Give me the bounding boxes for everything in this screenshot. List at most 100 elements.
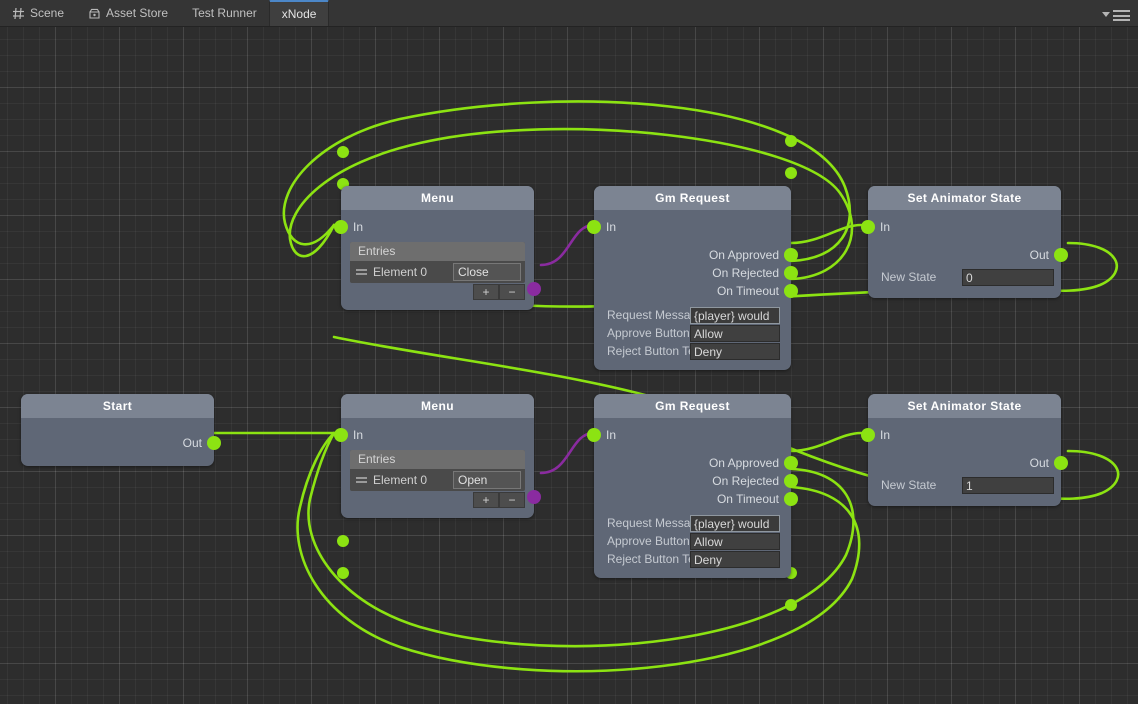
field-row-approve-button-text[interactable]: Approve Button Text Allow [594, 324, 791, 342]
tab-scene[interactable]: Scene [0, 0, 76, 26]
editor-tab-bar: Scene Asset Store Test Runner xNode [0, 0, 1138, 27]
entries-list-row[interactable]: Element 0 Close [350, 261, 525, 283]
port-out-icon[interactable] [207, 436, 221, 450]
port-row-in[interactable]: In [587, 426, 791, 444]
port-in-icon[interactable] [587, 428, 601, 442]
port-out-icon[interactable] [1054, 456, 1068, 470]
port-out-icon[interactable] [784, 474, 798, 488]
drag-handle-icon[interactable] [356, 269, 367, 275]
entries-list-header: Entries [350, 242, 525, 261]
hamburger-menu-icon[interactable] [1113, 10, 1130, 21]
port-row-on-timeout[interactable]: On Timeout [594, 282, 798, 300]
reject-button-text-field[interactable]: Deny [690, 342, 780, 360]
grid-icon [12, 7, 25, 20]
entries-list-header: Entries [350, 450, 525, 469]
port-row-on-rejected[interactable]: On Rejected [594, 472, 798, 490]
port-label: In [880, 220, 891, 234]
port-label: In [606, 428, 617, 442]
port-row-out[interactable]: Out [868, 454, 1068, 472]
entries-list-buttons: + − [350, 284, 525, 300]
node-title: Start [21, 394, 214, 418]
entries-list[interactable]: Entries Element 0 Open [350, 450, 525, 491]
port-label: In [353, 428, 364, 442]
port-label: On Rejected [712, 474, 779, 488]
port-in-icon[interactable] [861, 220, 875, 234]
port-row-in[interactable]: In [334, 218, 534, 236]
port-in-icon[interactable] [861, 428, 875, 442]
reject-button-text-field[interactable]: Deny [690, 550, 780, 568]
node-graph-canvas[interactable]: Menu In Entries Element 0 Close + − Gm R… [0, 27, 1138, 704]
port-row-out[interactable]: Out [868, 246, 1068, 264]
field-row-reject-button-text[interactable]: Reject Button Text Deny [594, 550, 791, 568]
field-row-request-message[interactable]: Request Message {player} would [594, 306, 791, 324]
field-row-approve-button-text[interactable]: Approve Button Text Allow [594, 532, 791, 550]
node-set-animator-state-top[interactable]: Set Animator State In Out New State 0 [861, 186, 1068, 298]
port-label: In [353, 220, 364, 234]
port-row-on-timeout[interactable]: On Timeout [594, 490, 798, 508]
port-row-out[interactable]: Out [21, 434, 221, 452]
xnode-editor-window: Scene Asset Store Test Runner xNode Menu… [0, 0, 1138, 704]
edge-dot [785, 167, 797, 179]
port-in-icon[interactable] [587, 220, 601, 234]
approve-button-text-field[interactable]: Allow [690, 532, 780, 550]
entries-list-row[interactable]: Element 0 Open [350, 469, 525, 491]
add-entry-button[interactable]: + [473, 284, 499, 300]
node-set-animator-state-bottom[interactable]: Set Animator State In Out New State 1 [861, 394, 1068, 506]
entry-value-field[interactable]: Open [453, 471, 521, 489]
port-row-in[interactable]: In [587, 218, 791, 236]
node-gm-request-bottom[interactable]: Gm Request In On Approved On Rejected On… [587, 394, 798, 578]
entries-list-buttons: + − [350, 492, 525, 508]
node-body: In Out New State 0 [861, 210, 1068, 298]
tab-bar-options[interactable] [1102, 10, 1138, 26]
port-label: On Timeout [716, 284, 779, 298]
port-out-icon[interactable] [1054, 248, 1068, 262]
entry-label: Element 0 [373, 265, 428, 279]
remove-entry-button[interactable]: − [499, 284, 525, 300]
port-out-icon[interactable] [784, 492, 798, 506]
entries-list[interactable]: Entries Element 0 Close [350, 242, 525, 283]
node-start[interactable]: Start Out [21, 394, 221, 466]
field-label: New State [881, 270, 937, 284]
request-message-field[interactable]: {player} would [690, 514, 780, 532]
port-label: Out [1029, 248, 1049, 262]
edge-menu-top-to-gm-top [539, 223, 596, 267]
port-out-icon[interactable] [527, 490, 541, 504]
tab-test-runner[interactable]: Test Runner [180, 0, 269, 26]
node-body: Out [21, 418, 221, 466]
field-row-request-message[interactable]: Request Message {player} would [594, 514, 791, 532]
node-gm-request-top[interactable]: Gm Request In On Approved On Rejected On… [587, 186, 798, 370]
entry-value-field[interactable]: Close [453, 263, 521, 281]
port-row-in[interactable]: In [334, 426, 534, 444]
approve-button-text-field[interactable]: Allow [690, 324, 780, 342]
add-entry-button[interactable]: + [473, 492, 499, 508]
node-title: Menu [341, 186, 534, 210]
asset-store-icon [88, 7, 101, 20]
field-row-new-state[interactable]: New State 0 [868, 268, 1061, 286]
field-row-new-state[interactable]: New State 1 [868, 476, 1061, 494]
node-title: Gm Request [594, 186, 791, 210]
chevron-down-icon[interactable] [1102, 12, 1110, 17]
port-row-on-approved[interactable]: On Approved [594, 246, 798, 264]
new-state-field[interactable]: 0 [962, 268, 1054, 286]
node-menu-bottom[interactable]: Menu In Entries Element 0 Open + − [334, 394, 541, 518]
request-message-field[interactable]: {player} would [690, 306, 780, 324]
port-out-icon[interactable] [784, 266, 798, 280]
port-out-icon[interactable] [527, 282, 541, 296]
field-row-reject-button-text[interactable]: Reject Button Text Deny [594, 342, 791, 360]
port-out-icon[interactable] [784, 456, 798, 470]
tab-xnode[interactable]: xNode [268, 0, 330, 26]
port-row-in[interactable]: In [861, 218, 1061, 236]
edge-dot [337, 567, 349, 579]
port-row-in[interactable]: In [861, 426, 1061, 444]
remove-entry-button[interactable]: − [499, 492, 525, 508]
port-out-icon[interactable] [784, 248, 798, 262]
tab-asset-store[interactable]: Asset Store [76, 0, 180, 26]
new-state-field[interactable]: 1 [962, 476, 1054, 494]
port-in-icon[interactable] [334, 220, 348, 234]
port-out-icon[interactable] [784, 284, 798, 298]
node-menu-top[interactable]: Menu In Entries Element 0 Close + − [334, 186, 541, 310]
port-row-on-rejected[interactable]: On Rejected [594, 264, 798, 282]
port-in-icon[interactable] [334, 428, 348, 442]
drag-handle-icon[interactable] [356, 477, 367, 483]
port-row-on-approved[interactable]: On Approved [594, 454, 798, 472]
